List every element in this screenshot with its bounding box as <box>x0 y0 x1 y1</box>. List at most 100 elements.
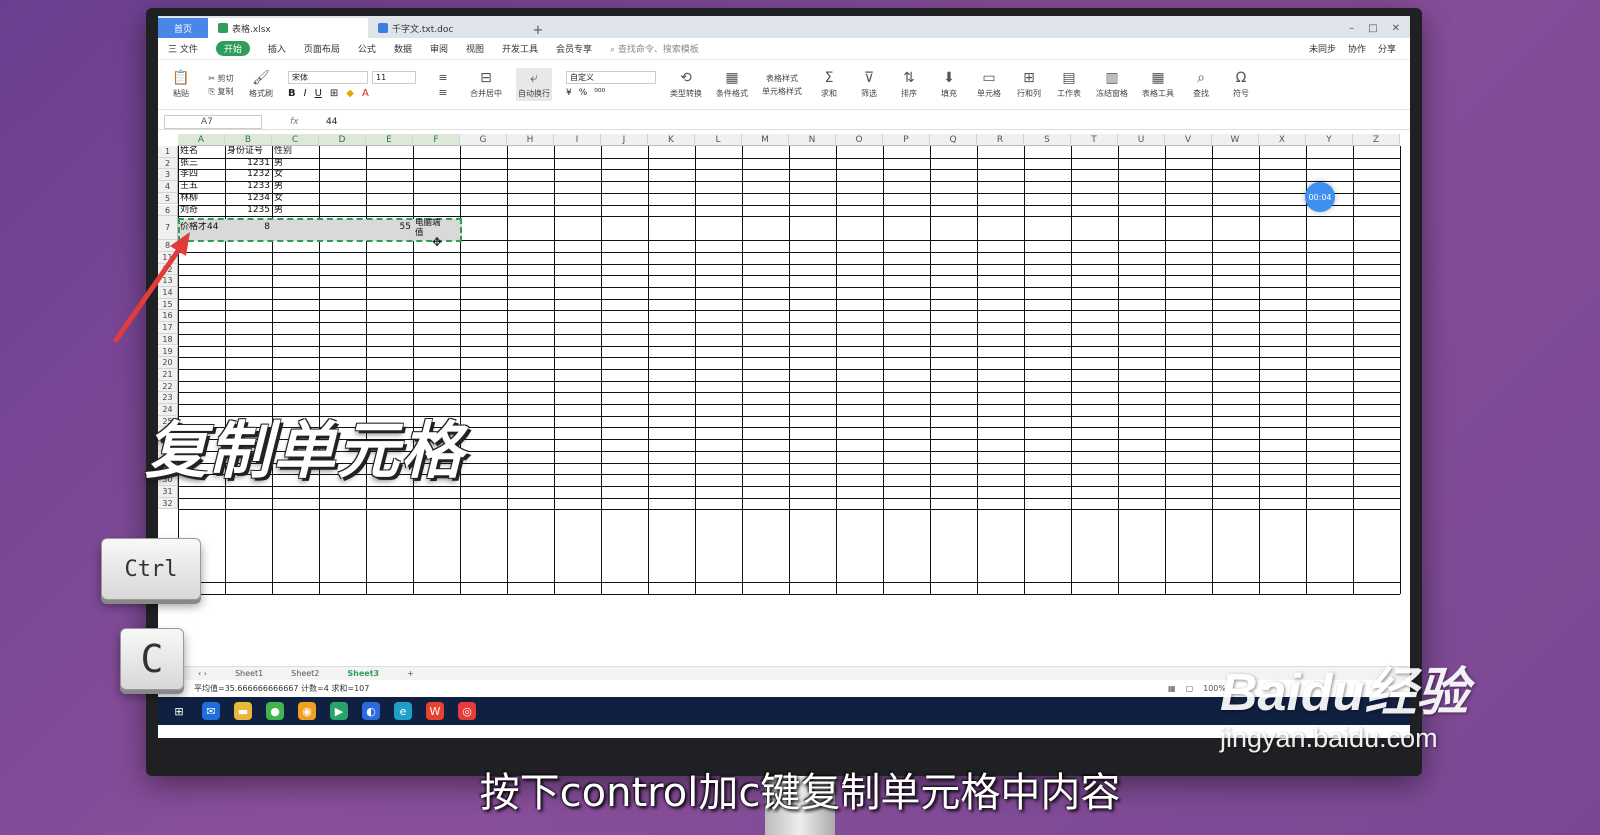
mail-icon[interactable]: ✉ <box>202 702 220 720</box>
cell-b5[interactable]: 1234 <box>227 193 270 205</box>
percent-icon[interactable]: % <box>579 88 588 98</box>
cell-a2[interactable]: 张三 <box>180 158 223 170</box>
underline-icon[interactable]: U <box>315 88 322 99</box>
row-header-6[interactable]: 6 <box>158 204 178 217</box>
align-top-icon[interactable]: ≡ <box>438 71 447 84</box>
cell-button[interactable]: ▭ 单元格 <box>976 70 1002 99</box>
column-header-p[interactable]: P <box>883 134 930 146</box>
row-header-17[interactable]: 17 <box>158 322 178 334</box>
row-header-14[interactable]: 14 <box>158 287 178 299</box>
column-header-m[interactable]: M <box>742 134 789 146</box>
row-header-18[interactable]: 18 <box>158 333 178 346</box>
swirl-app-icon[interactable]: ◐ <box>362 702 380 720</box>
column-header-r[interactable]: R <box>977 134 1024 146</box>
row-header-32[interactable]: 32 <box>158 497 178 510</box>
sync-button[interactable]: 未同步 <box>1309 42 1336 55</box>
menu-file[interactable]: 三 文件 <box>168 42 198 55</box>
table-style-button[interactable]: 表格样式 <box>766 73 798 84</box>
formula-input[interactable]: 44 <box>326 117 337 127</box>
sum-button[interactable]: Σ 求和 <box>816 70 842 99</box>
column-header-h[interactable]: H <box>507 134 554 146</box>
row-header-21[interactable]: 21 <box>158 368 178 381</box>
rowcol-button[interactable]: ⊞ 行和列 <box>1016 70 1042 99</box>
cell-style-button[interactable]: 单元格样式 <box>762 86 802 97</box>
new-tab-button[interactable]: + <box>528 23 548 38</box>
cell-a7[interactable]: 价格才44 <box>180 222 223 246</box>
name-box[interactable]: A7 <box>164 114 262 129</box>
sheet-tab-3[interactable]: Sheet3 <box>333 669 393 678</box>
column-header-i[interactable]: I <box>554 134 601 146</box>
cell-a6[interactable]: 刘奇 <box>180 205 223 217</box>
cell-a4[interactable]: 王五 <box>180 181 223 193</box>
cell-a3[interactable]: 李四 <box>180 169 223 181</box>
symbol-button[interactable]: Ω 符号 <box>1228 70 1254 99</box>
row-header-8[interactable]: 8 <box>158 240 178 252</box>
column-header-g[interactable]: G <box>460 134 507 146</box>
cond-format-button[interactable]: ▦ 条件格式 <box>716 70 748 99</box>
column-header-d[interactable]: D <box>319 134 366 146</box>
cell-b1[interactable]: 身份证号 <box>227 146 270 158</box>
menu-insert[interactable]: 插入 <box>268 42 286 55</box>
column-header-a[interactable]: A <box>178 134 225 146</box>
copy-button[interactable]: ⎘ 复制 <box>209 86 234 97</box>
cell-b4[interactable]: 1233 <box>227 181 270 193</box>
collab-button[interactable]: 协作 <box>1348 42 1366 55</box>
cell-b2[interactable]: 1231 <box>227 158 270 170</box>
row-header-12[interactable]: 12 <box>158 263 178 276</box>
merge-button[interactable]: ⊟ 合并居中 <box>470 70 502 99</box>
column-header-u[interactable]: U <box>1118 134 1165 146</box>
column-header-y[interactable]: Y <box>1306 134 1353 146</box>
column-header-e[interactable]: E <box>366 134 413 146</box>
row-header-1[interactable]: 1 <box>158 146 178 158</box>
minimize-icon[interactable]: – <box>1349 23 1354 34</box>
cell-b6[interactable]: 1235 <box>227 205 270 217</box>
cell-c5[interactable]: 女 <box>274 193 317 205</box>
column-header-j[interactable]: J <box>601 134 648 146</box>
menu-start[interactable]: 开始 <box>215 41 250 56</box>
cut-button[interactable]: ✂ 剪切 <box>208 73 233 84</box>
menu-data[interactable]: 数据 <box>394 42 412 55</box>
wechat-icon[interactable]: ● <box>266 702 284 720</box>
cell-c1[interactable]: 性别 <box>274 146 317 158</box>
row-header-2[interactable]: 2 <box>158 157 178 170</box>
column-header-l[interactable]: L <box>695 134 742 146</box>
border-icon[interactable]: ⊞ <box>330 88 338 99</box>
cell-c6[interactable]: 男 <box>274 205 317 217</box>
currency-icon[interactable]: ¥ <box>566 88 572 98</box>
command-search[interactable]: ⌕ 查找命令、搜索模板 <box>610 42 699 55</box>
font-color-icon[interactable]: A <box>362 88 369 99</box>
cell-e7[interactable]: 55 <box>368 222 411 246</box>
column-header-z[interactable]: Z <box>1353 134 1400 146</box>
edge-browser-icon[interactable]: e <box>394 702 412 720</box>
column-header-c[interactable]: C <box>272 134 319 146</box>
freeze-button[interactable]: ▥ 冻结窗格 <box>1096 70 1128 99</box>
row-header-20[interactable]: 20 <box>158 357 178 369</box>
table-tools-button[interactable]: ▦ 表格工具 <box>1142 70 1174 99</box>
row-header-13[interactable]: 13 <box>158 275 178 287</box>
cell-c3[interactable]: 女 <box>274 169 317 181</box>
cell-a1[interactable]: 姓名 <box>180 146 223 158</box>
maximize-icon[interactable]: □ <box>1368 23 1377 34</box>
share-button[interactable]: 分享 <box>1378 42 1396 55</box>
row-header-3[interactable]: 3 <box>158 169 178 182</box>
row-header-19[interactable]: 19 <box>158 345 178 358</box>
menu-dev-tools[interactable]: 开发工具 <box>502 42 538 55</box>
wps-icon[interactable]: W <box>426 702 444 720</box>
column-header-w[interactable]: W <box>1212 134 1259 146</box>
type-convert-button[interactable]: ⟲ 类型转换 <box>670 70 702 99</box>
menu-member[interactable]: 会员专享 <box>556 42 592 55</box>
menu-view[interactable]: 视图 <box>466 42 484 55</box>
menu-page-layout[interactable]: 页面布局 <box>304 42 340 55</box>
column-header-t[interactable]: T <box>1071 134 1118 146</box>
close-icon[interactable]: ✕ <box>1392 23 1400 34</box>
row-header-5[interactable]: 5 <box>158 192 178 205</box>
recorder-icon[interactable]: ◎ <box>458 702 476 720</box>
format-painter-button[interactable]: 🖌 格式刷 <box>248 70 274 99</box>
sort-button[interactable]: ⇅ 排序 <box>896 70 922 99</box>
font-size-select[interactable]: 11 <box>372 70 416 84</box>
sheet-button[interactable]: ▤ 工作表 <box>1056 70 1082 99</box>
cell-c4[interactable]: 男 <box>274 181 317 193</box>
windows-start-icon[interactable]: ⊞ <box>170 702 188 720</box>
row-header-4[interactable]: 4 <box>158 181 178 193</box>
menu-review[interactable]: 审阅 <box>430 42 448 55</box>
